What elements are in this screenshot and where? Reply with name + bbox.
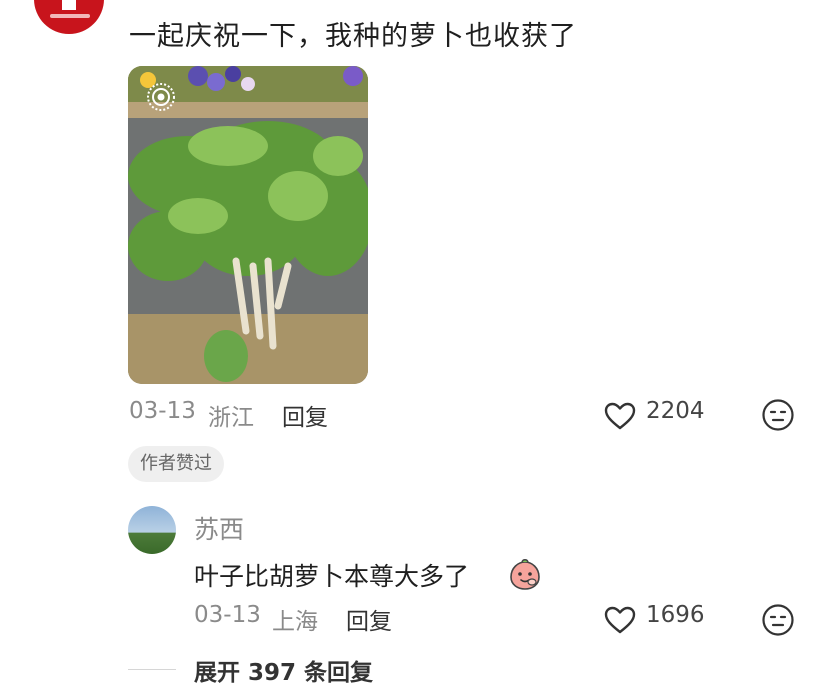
radish-plant-image [128,66,368,384]
comment-date: 03-13 [129,398,196,424]
expand-divider [128,669,176,670]
reply-button[interactable]: 回复 [282,398,328,432]
reply-location: 上海 [272,609,318,635]
comment-photo[interactable] [128,66,368,384]
live-photo-icon [147,83,175,111]
emoji-icon[interactable] [761,398,795,432]
reply-user-avatar[interactable] [128,506,176,554]
reply-reply-button[interactable]: 回复 [346,602,392,636]
reply-date: 03-13 [194,602,261,628]
reply-username[interactable]: 苏西 [194,510,244,546]
author-liked-badge: 作者赞过 [128,446,224,482]
commenter-avatar[interactable] [34,0,104,34]
reply-text: 叶子比胡萝卜本尊大多了 [194,562,470,591]
expand-replies-button[interactable]: 展开 397 条回复 [194,653,373,687]
avatar-logo-mark [62,0,76,10]
heart-icon[interactable] [603,401,637,431]
heart-icon[interactable] [603,605,637,635]
comment-text: 一起庆祝一下，我种的萝卜也收获了 [129,21,577,52]
reply-like-count: 1696 [646,602,705,628]
like-count: 2204 [646,398,705,424]
peach-emoji [510,559,540,590]
avatar-logo-text [50,14,90,18]
emoji-icon[interactable] [761,603,795,637]
comment-location: 浙江 [208,405,254,431]
